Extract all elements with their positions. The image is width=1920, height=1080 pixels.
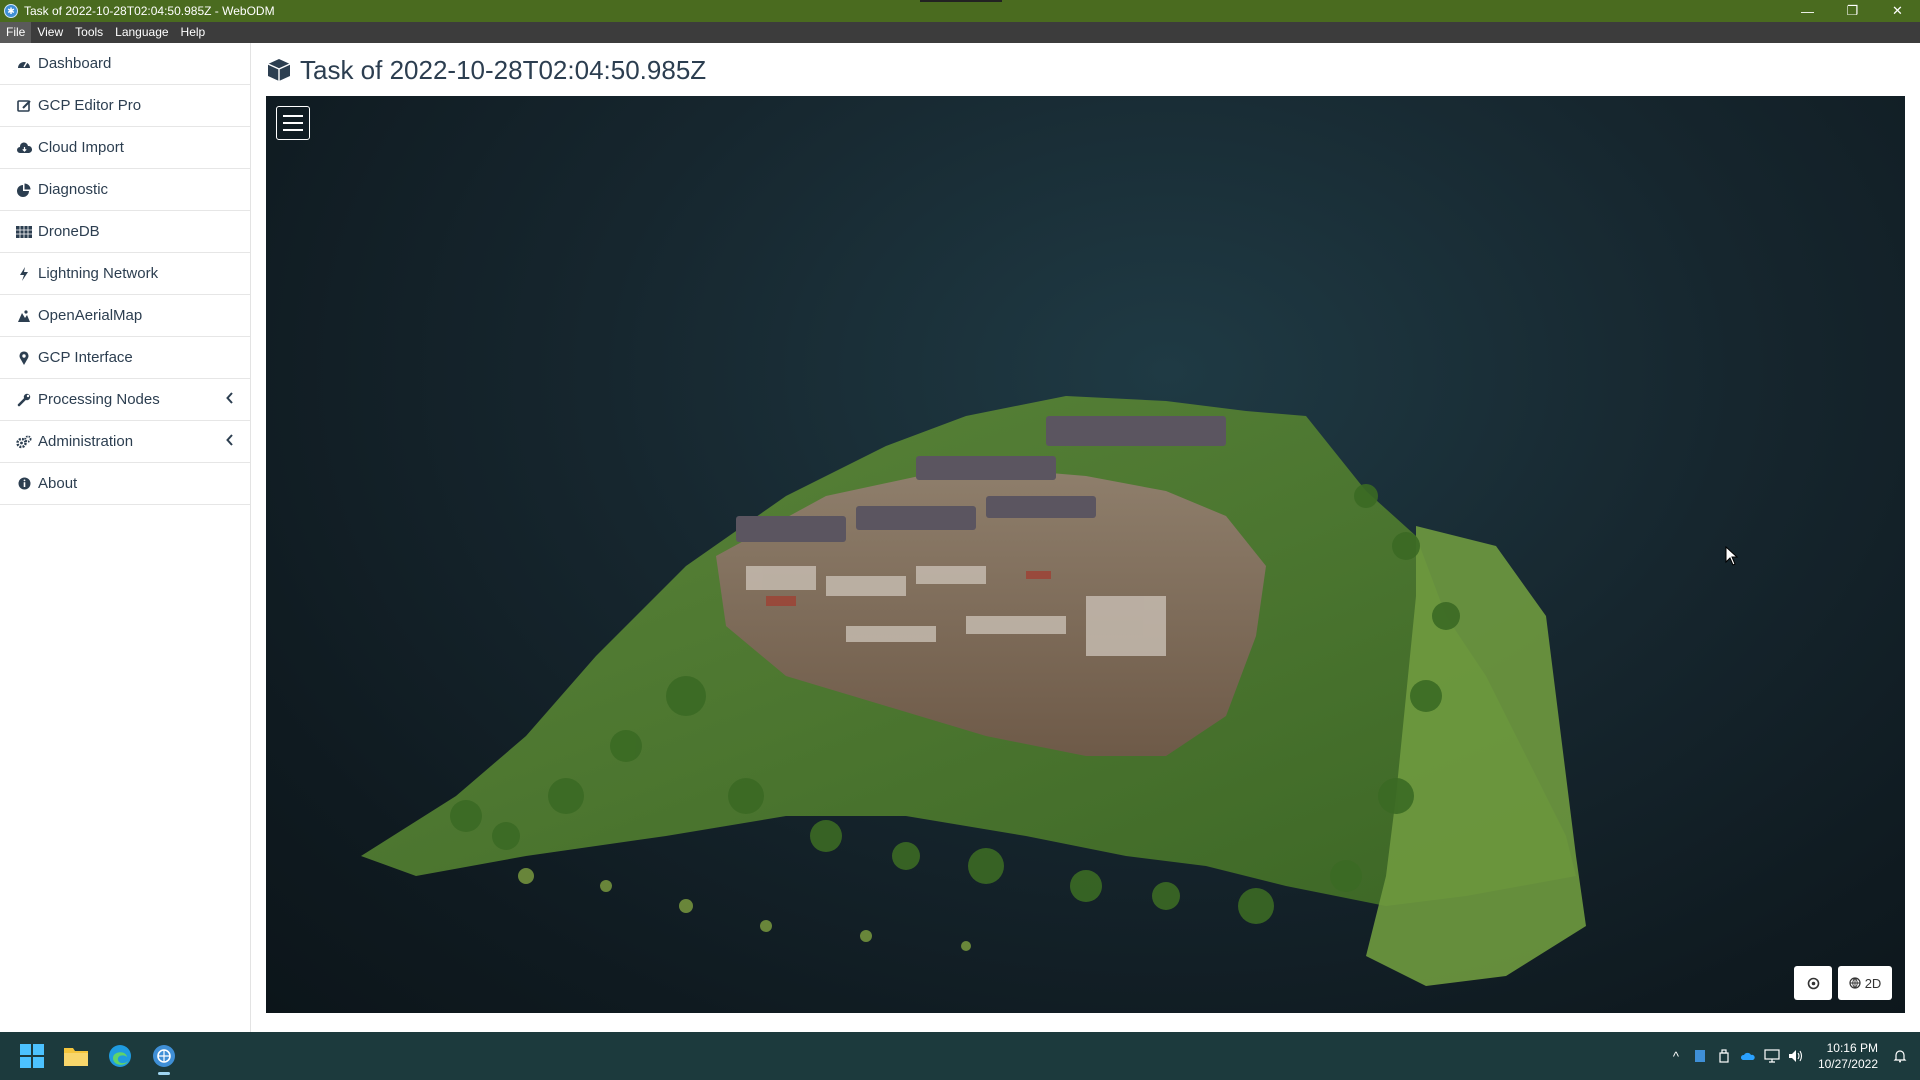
page-title: Task of 2022-10-28T02:04:50.985Z: [266, 53, 706, 87]
window-top-marker: [920, 0, 1002, 2]
sidebar-item-administration[interactable]: Administration: [0, 421, 250, 463]
cloud-icon: [16, 140, 32, 156]
edge-browser-icon[interactable]: [100, 1036, 140, 1076]
view-2d-button[interactable]: 2D: [1838, 966, 1892, 1000]
sidebar-item-label: OpenAerialMap: [38, 307, 143, 324]
menu-bar: File View Tools Language Help: [0, 22, 1920, 43]
volume-icon[interactable]: [1784, 1044, 1808, 1068]
bolt-icon: [16, 266, 32, 282]
sidebar: Dashboard GCP Editor Pro Cloud Import Di…: [0, 43, 251, 1032]
webodm-taskbar-icon[interactable]: [144, 1036, 184, 1076]
menu-file[interactable]: File: [0, 22, 32, 43]
crosshair-icon: [1807, 977, 1819, 989]
sidebar-item-label: Diagnostic: [38, 181, 109, 198]
chevron-left-icon[interactable]: [226, 434, 234, 449]
notepad-tray-icon[interactable]: [1688, 1044, 1712, 1068]
mouse-cursor-icon: [1725, 546, 1739, 566]
chevron-left-icon[interactable]: [226, 392, 234, 407]
menu-language[interactable]: Language: [109, 22, 174, 43]
sidebar-item-dashboard[interactable]: Dashboard: [0, 43, 250, 85]
webodm-app-icon: ✱: [4, 4, 18, 18]
sidebar-item-label: About: [38, 475, 78, 492]
sidebar-item-about[interactable]: About: [0, 463, 250, 505]
menu-help[interactable]: Help: [175, 22, 212, 43]
file-explorer-icon[interactable]: [56, 1036, 96, 1076]
sidebar-item-openaerialmap[interactable]: OpenAerialMap: [0, 295, 250, 337]
3d-point-cloud-viewer[interactable]: 2D: [266, 96, 1905, 1013]
network-icon[interactable]: [1760, 1044, 1784, 1068]
system-tray: ^ 10:16 PM 10/27/2022: [1664, 1032, 1920, 1080]
info-icon: [16, 476, 32, 492]
sidebar-item-gcp-interface[interactable]: GCP Interface: [0, 337, 250, 379]
sidebar-item-lightning-network[interactable]: Lightning Network: [0, 253, 250, 295]
window-controls: — ❐ ✕: [1785, 0, 1920, 22]
grid-icon: [16, 224, 32, 240]
sidebar-item-label: Processing Nodes: [38, 391, 160, 408]
sidebar-item-label: Lightning Network: [38, 265, 159, 282]
sidebar-item-label: DroneDB: [38, 223, 100, 240]
viewer-menu-button[interactable]: [276, 106, 310, 140]
clock-time: 10:16 PM: [1826, 1041, 1878, 1055]
sidebar-item-label: GCP Editor Pro: [38, 97, 142, 114]
sidebar-item-label: GCP Interface: [38, 349, 133, 366]
page-title-text: Task of 2022-10-28T02:04:50.985Z: [300, 54, 707, 85]
close-button[interactable]: ✕: [1875, 0, 1920, 22]
restore-button[interactable]: ❐: [1830, 0, 1875, 22]
taskbar-clock[interactable]: 10:16 PM 10/27/2022: [1808, 1040, 1888, 1072]
pie-chart-icon: [16, 182, 32, 198]
sidebar-item-diagnostic[interactable]: Diagnostic: [0, 169, 250, 211]
hamburger-icon: [283, 115, 303, 117]
viewer-location-button[interactable]: [1794, 966, 1832, 1000]
minimize-button[interactable]: —: [1785, 0, 1830, 22]
notification-bell-icon[interactable]: [1888, 1044, 1912, 1068]
sidebar-item-gcp-editor-pro[interactable]: GCP Editor Pro: [0, 85, 250, 127]
sidebar-item-processing-nodes[interactable]: Processing Nodes: [0, 379, 250, 421]
onedrive-icon[interactable]: [1736, 1044, 1760, 1068]
cube-icon: [266, 57, 292, 83]
map-icon: [16, 308, 32, 324]
chevron-up-icon[interactable]: ^: [1664, 1044, 1688, 1068]
cogs-icon: [16, 434, 32, 450]
windows-start-icon[interactable]: [12, 1036, 52, 1076]
window-title: Task of 2022-10-28T02:04:50.985Z - WebOD…: [24, 4, 275, 18]
gcp-editor-icon: [16, 98, 32, 114]
sidebar-item-cloud-import[interactable]: Cloud Import: [0, 127, 250, 169]
dashboard-icon: [16, 56, 32, 72]
sidebar-item-label: Cloud Import: [38, 139, 124, 156]
menu-view[interactable]: View: [31, 22, 69, 43]
point-cloud-model: [361, 396, 1586, 986]
window-titlebar: ✱ Task of 2022-10-28T02:04:50.985Z - Web…: [0, 0, 1920, 22]
menu-tools[interactable]: Tools: [69, 22, 109, 43]
wrench-icon: [16, 392, 32, 408]
sidebar-item-dronedb[interactable]: DroneDB: [0, 211, 250, 253]
clock-date: 10/27/2022: [1817, 1057, 1878, 1071]
map-marker-icon: [16, 350, 32, 366]
view-2d-label: 2D: [1864, 975, 1882, 991]
usb-icon[interactable]: [1712, 1044, 1736, 1068]
globe-icon: [1849, 977, 1861, 989]
sidebar-item-label: Dashboard: [38, 55, 112, 72]
windows-taskbar: ^ 10:16 PM 10/27/2022: [0, 1032, 1920, 1080]
sidebar-item-label: Administration: [38, 433, 134, 450]
